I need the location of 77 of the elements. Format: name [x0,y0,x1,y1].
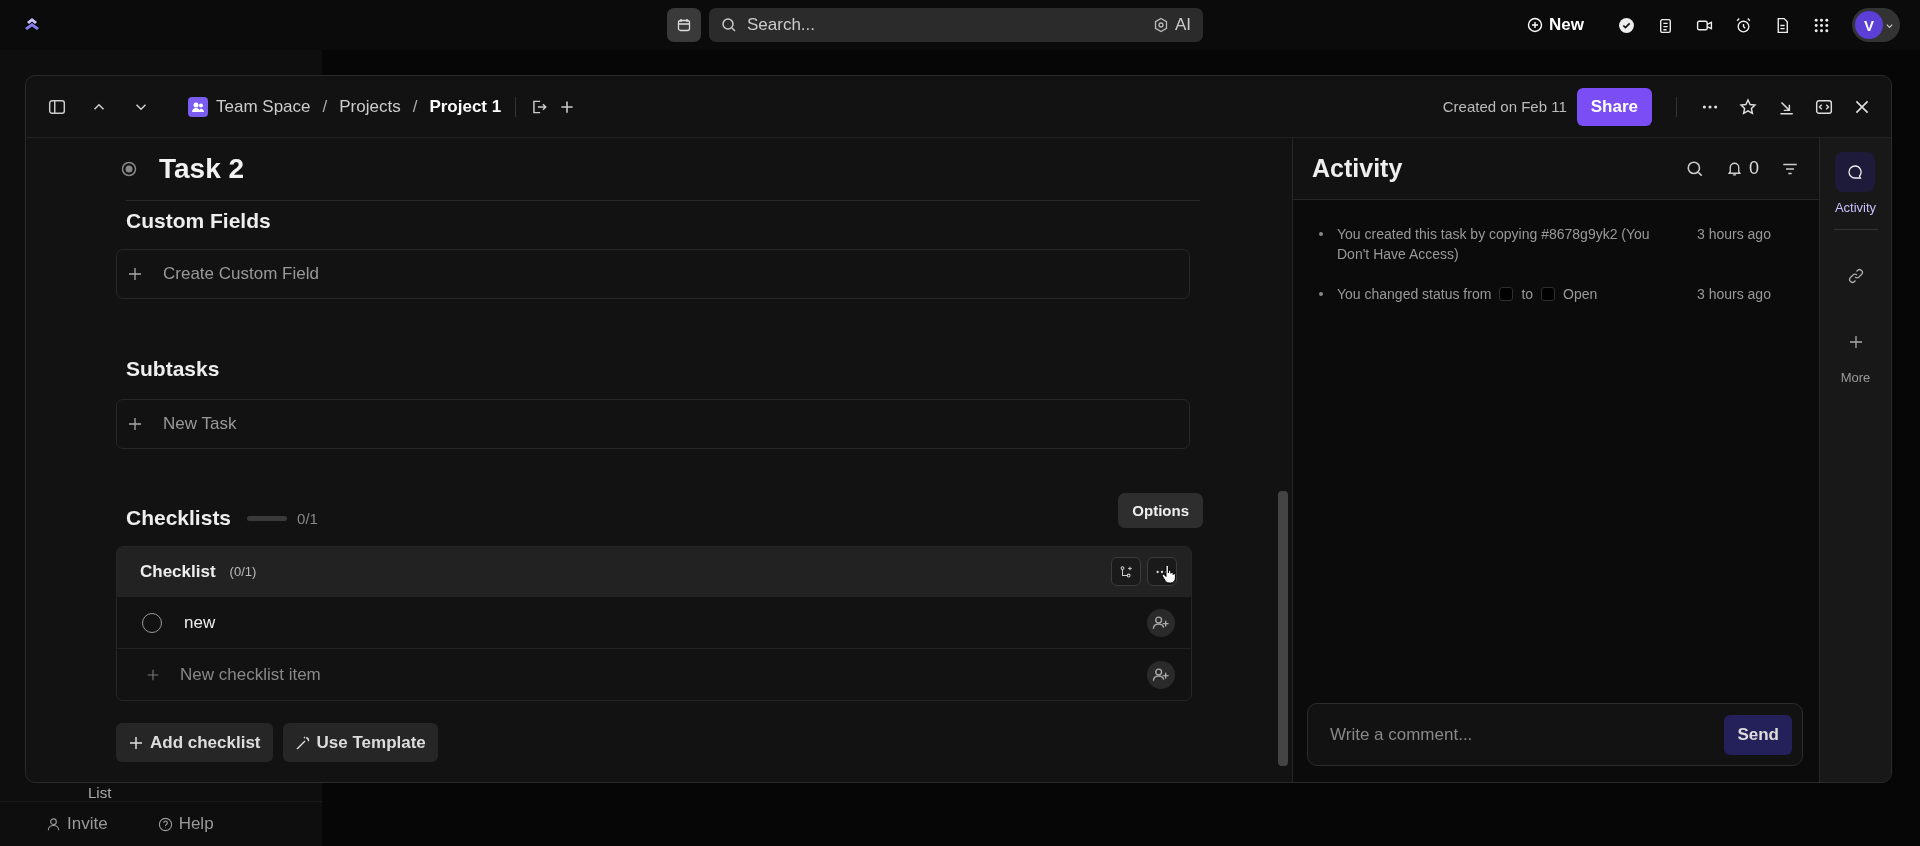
status-label: Open [1563,285,1598,304]
hand-cursor-icon [1161,564,1177,584]
notifications-button[interactable]: 0 [1726,158,1759,179]
activity-entry: You changed status from [1337,285,1492,304]
search-icon[interactable] [1686,159,1704,178]
breadcrumb-link[interactable]: Team Space [188,96,311,117]
section-heading: Custom Fields [126,209,272,233]
bell-icon [1726,160,1743,177]
plus-icon [146,667,160,682]
invite-button[interactable]: Invite [46,814,108,834]
breadcrumb-link[interactable]: Project 1 [429,96,502,117]
link-icon [1847,268,1864,284]
plus-icon [128,734,144,751]
new-button[interactable]: New [1521,14,1590,36]
tab-label: Activity [1834,200,1877,215]
magic-wand-icon [294,734,311,751]
activity-title: Activity [1312,154,1403,183]
search-icon [721,17,737,33]
comment-field[interactable]: Write a comment... Send [1307,703,1803,766]
person-icon [46,816,61,832]
user-avatar: V [1855,11,1883,39]
plus-icon [127,266,143,282]
tab-label: More [1840,370,1871,385]
check-circle-icon[interactable] [1618,16,1635,34]
activity-time: 3 hours ago [1697,225,1771,244]
plus-circle-icon [1527,17,1544,33]
created-date: Created on Feb 11 [1442,98,1567,115]
breadcrumb-link[interactable]: Projects [339,96,401,117]
help-button[interactable]: Help [157,814,214,834]
calendar-icon [676,17,692,33]
new-checklist-item-field[interactable]: New checklist item [178,663,1147,686]
plus-icon [1847,334,1864,350]
checklist-item[interactable]: new [184,612,216,633]
new-task-button[interactable]: New Task [116,399,1190,449]
task-title[interactable]: Task 2 [159,153,245,185]
user-menu[interactable]: V [1852,8,1900,42]
branch-icon [1119,564,1133,579]
assign-user-icon[interactable] [1147,660,1175,689]
status-icon [1499,287,1514,301]
section-heading: Subtasks [126,357,221,381]
activity-entry: to [1521,285,1534,304]
star-icon[interactable] [1739,97,1757,116]
share-button[interactable]: Share [1576,87,1652,126]
status-icon[interactable] [121,161,137,177]
breadcrumb-separator: / [321,96,329,117]
calendar-button[interactable] [667,8,701,42]
checklist-count: (0/1) [229,564,257,579]
status-icon [1541,287,1556,301]
activity-tab[interactable] [1835,152,1876,192]
clipboard-icon[interactable] [1657,16,1674,34]
convert-button[interactable] [1111,557,1141,586]
alarm-clock-icon[interactable] [1735,16,1752,34]
apps-grid-icon[interactable] [1813,16,1830,34]
add-checklist-button[interactable]: Add checklist [116,723,273,762]
breadcrumb-separator: / [411,96,419,117]
section-heading: Checklists [126,506,232,530]
assign-user-icon[interactable] [1147,608,1175,637]
ai-button[interactable]: AI [1152,15,1191,35]
people-icon [188,96,208,117]
search-field[interactable]: Search... AI [709,8,1203,42]
send-button[interactable]: Send [1724,714,1792,755]
progress-reading: 0/1 [297,509,318,527]
chat-bubble-icon [1847,164,1864,180]
checklist-name[interactable]: Checklist [140,561,216,582]
plus-icon [127,416,143,432]
create-custom-field-button[interactable]: Create Custom Field [116,249,1190,299]
layout-icon[interactable] [1815,97,1833,116]
use-template-button[interactable]: Use Template [282,723,438,762]
bullet-icon [1319,292,1323,296]
sidebar-toggle-icon[interactable] [48,97,66,116]
bullet-icon [1319,232,1323,236]
hexagon-icon [1152,17,1169,33]
sidebar-item[interactable]: List [88,784,112,801]
activity-entry: You created this task by copying #8678g9yk2 (You Don't Have Access) [1337,225,1651,264]
help-icon [157,816,173,832]
activity-time: 3 hours ago [1697,285,1771,304]
tooltip: Options [1118,493,1203,528]
